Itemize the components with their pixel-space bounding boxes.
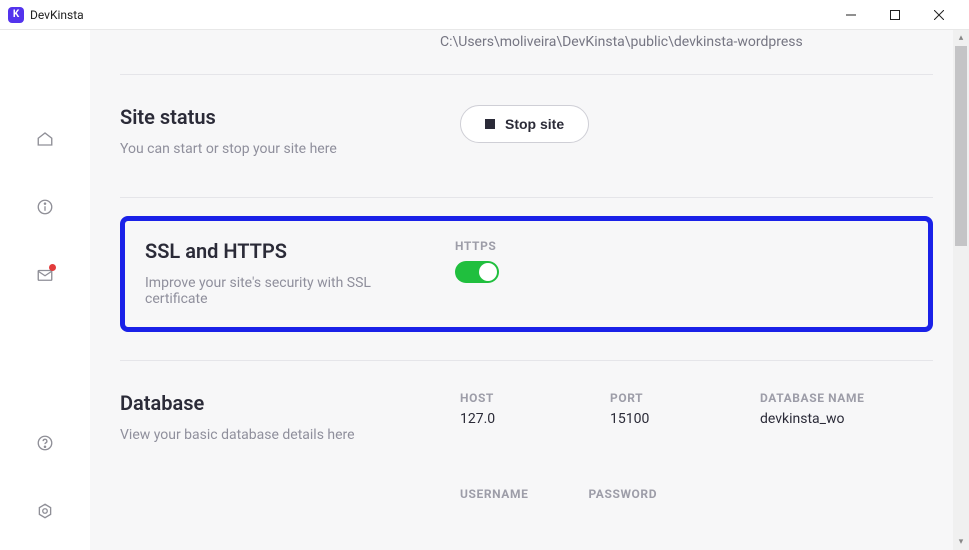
toggle-knob [479,263,497,281]
db-name-label: DATABASE NAME [760,391,864,405]
https-toggle[interactable] [455,261,499,283]
database-title: Database [120,391,440,415]
stop-site-label: Stop site [505,116,564,132]
db-port-value: 15100 [610,411,700,427]
ssl-title: SSL and HTTPS [145,239,435,263]
window-maximize-button[interactable] [873,0,917,30]
ssl-desc: Improve your site's security with SSL ce… [145,275,435,307]
db-host-label: HOST [460,391,550,405]
app-icon: K [8,7,24,23]
section-ssl-https: SSL and HTTPS Improve your site's securi… [120,216,933,332]
db-username: USERNAME PASSWORD [460,487,933,501]
scrollbar-thumb[interactable] [955,46,967,246]
window-titlebar: K DevKinsta [0,0,969,30]
info-icon[interactable] [36,198,54,216]
site-status-desc: You can start or stop your site here [120,141,440,157]
stop-icon [485,119,495,129]
scroll-down-button[interactable]: ▾ [953,534,969,550]
section-database: Database View your basic database detail… [120,361,933,541]
db-port-label: PORT [610,391,700,405]
db-name-value: devkinsta_wo [760,411,850,427]
notification-dot [49,264,56,271]
db-username-label: USERNAME [460,487,528,501]
window-minimize-button[interactable] [829,0,873,30]
stop-site-button[interactable]: Stop site [460,105,589,143]
database-desc: View your basic database details here [120,427,440,443]
section-site-status: Site status You can start or stop your s… [120,75,933,197]
window-close-button[interactable] [917,0,961,30]
main-content: C:\Users\moliveira\DevKinsta\public\devk… [90,30,969,550]
site-path: C:\Users\moliveira\DevKinsta\public\devk… [120,30,933,74]
scrollbar-track[interactable]: ▴ ▾ [953,30,969,550]
window-title: DevKinsta [30,8,84,22]
db-host: HOST 127.0 [460,391,550,427]
db-host-value: 127.0 [460,411,550,427]
db-name: DATABASE NAME devkinsta_wo [760,391,864,427]
db-port: PORT 15100 [610,391,700,427]
mail-icon[interactable] [36,266,54,284]
sidebar [0,30,90,550]
https-toggle-label: HTTPS [455,239,499,253]
home-icon[interactable] [36,130,54,148]
help-icon[interactable] [36,434,54,452]
scroll-up-button[interactable]: ▴ [953,30,969,46]
settings-icon[interactable] [36,502,54,520]
site-status-title: Site status [120,105,440,129]
db-password-label: PASSWORD [588,487,657,501]
